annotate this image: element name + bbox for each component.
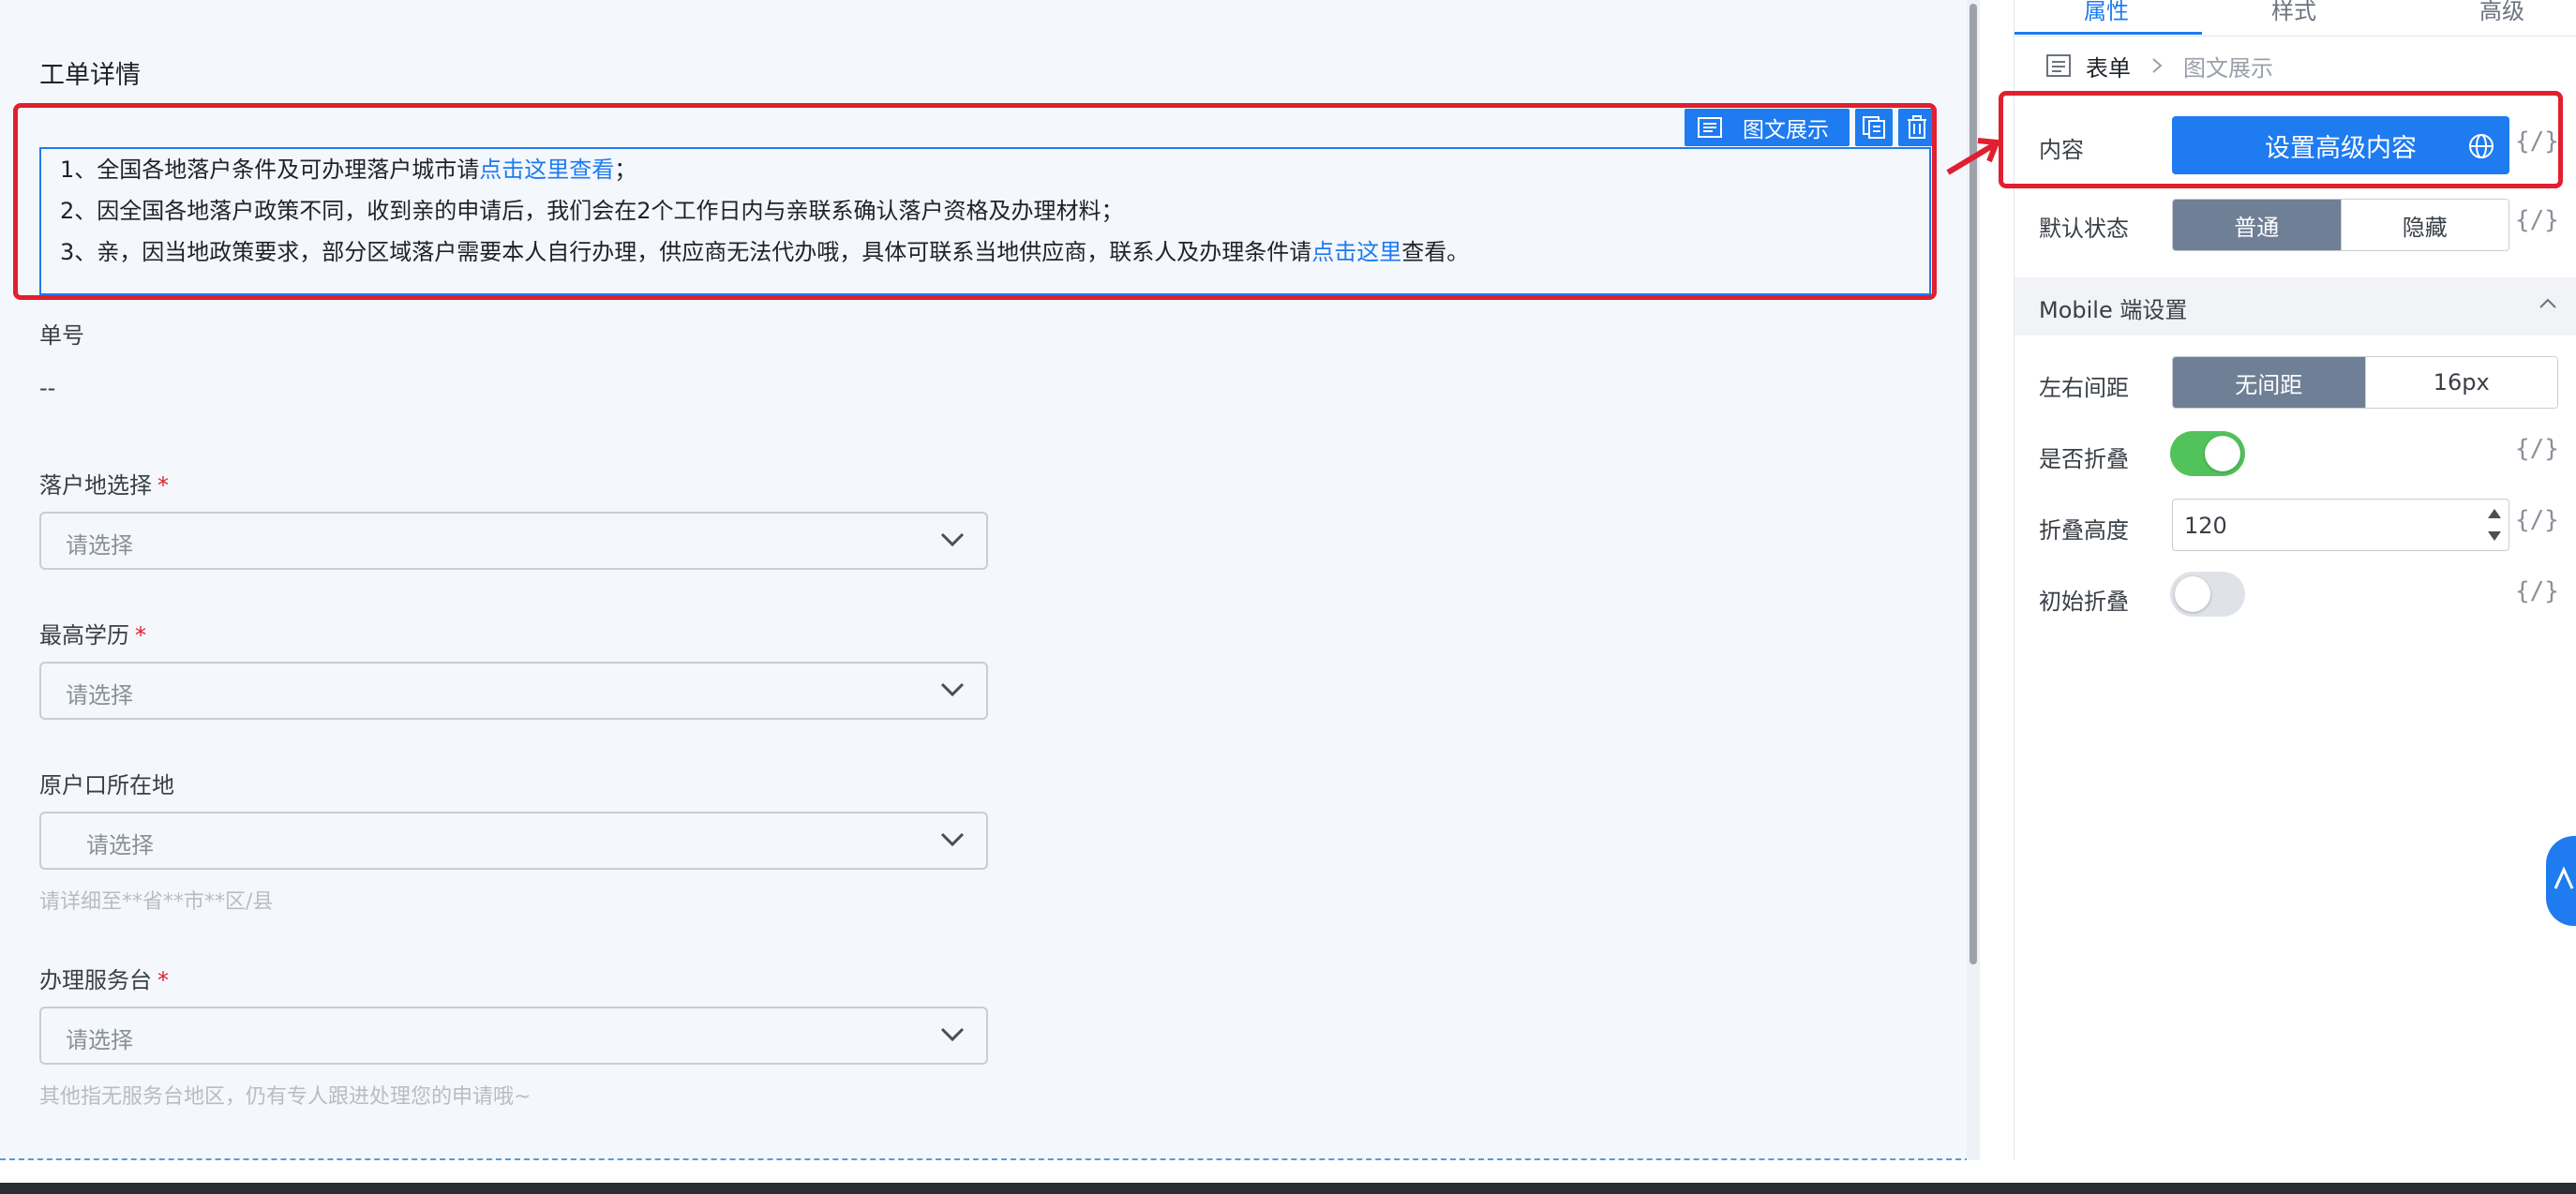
collapse-switch[interactable] <box>2170 431 2245 476</box>
select-placeholder: 请选择 <box>66 682 133 709</box>
switch-knob <box>2205 436 2240 471</box>
default-state-label: 默认状态 <box>2039 216 2129 242</box>
collapse-height-label: 折叠高度 <box>2039 517 2129 544</box>
block-type-tag[interactable]: 图文展示 <box>1685 109 1850 146</box>
chevron-down-icon <box>940 532 965 547</box>
education-select[interactable]: 请选择 <box>39 662 988 720</box>
original-hukou-select[interactable]: 请选择 <box>39 812 988 870</box>
padding-none[interactable]: 无间距 <box>2173 357 2365 408</box>
view-conditions-link[interactable]: 点击这里 <box>1311 239 1401 265</box>
education-label: 最高学历 * <box>39 617 146 649</box>
order-number-value: -- <box>39 375 56 401</box>
bottom-edge <box>0 1183 2576 1194</box>
field-label-text: 落户地选择 <box>39 472 152 499</box>
trash-icon <box>1908 115 1926 139</box>
original-hukou-label: 原户口所在地 <box>39 772 174 798</box>
settle-location-select[interactable]: 请选择 <box>39 512 988 570</box>
content-expression-button[interactable]: {/} <box>2515 127 2559 156</box>
padding-16px[interactable]: 16px <box>2364 357 2557 408</box>
form-icon <box>2046 54 2071 77</box>
order-number-label: 单号 <box>39 322 84 349</box>
collapse-height-input[interactable]: 120 <box>2172 499 2509 551</box>
select-placeholder: 请选择 <box>86 832 154 858</box>
block-toolbar: 图文展示 <box>1685 109 1936 146</box>
padding-label: 左右间距 <box>2039 375 2129 401</box>
copy-icon <box>1863 116 1885 139</box>
select-placeholder: 请选择 <box>66 532 133 559</box>
field-label-text: 最高学历 <box>39 622 129 649</box>
rich-text-block[interactable]: 1、全国各地落户条件及可办理落户城市请点击这里查看； 2、因全国各地落户政策不同… <box>39 147 1931 295</box>
padding-toggle: 无间距 16px <box>2172 356 2558 409</box>
initial-collapse-expression-button[interactable]: {/} <box>2515 577 2559 605</box>
floating-assistant-button[interactable] <box>2546 836 2576 926</box>
rich-text-segment: ； <box>614 157 637 183</box>
assistant-icon <box>2554 866 2574 889</box>
copy-block-button[interactable] <box>1855 109 1893 146</box>
breadcrumb-root[interactable]: 表单 <box>2086 50 2131 82</box>
initial-collapse-label: 初始折叠 <box>2039 589 2129 615</box>
tab-properties[interactable]: 属性 <box>2084 0 2129 25</box>
chevron-right-icon <box>2152 58 2163 73</box>
initial-collapse-switch[interactable] <box>2170 572 2245 617</box>
mobile-settings-title: Mobile 端设置 <box>2039 297 2188 323</box>
service-desk-label: 办理服务台 * <box>39 962 169 994</box>
required-mark: * <box>157 967 169 993</box>
breadcrumb-current: 图文展示 <box>2183 54 2273 82</box>
chevron-down-icon <box>940 832 965 847</box>
rich-text-segment: 查看。 <box>1401 239 1470 265</box>
field-label-text: 办理服务台 <box>39 967 152 993</box>
active-tab-indicator <box>2014 32 2202 35</box>
collapse-expression-button[interactable]: {/} <box>2515 435 2559 463</box>
chevron-up-icon <box>2539 298 2556 308</box>
form-canvas: 工单详情 图文展示 1、全国各地落户条件及可办理落户城市请点击这里查看； 2、因… <box>0 0 1980 1160</box>
chevron-down-icon <box>940 1027 965 1042</box>
rich-text-icon <box>1698 117 1722 138</box>
delete-block-button[interactable] <box>1898 109 1936 146</box>
annotation-arrow-icon <box>1946 138 2001 175</box>
chevron-down-icon <box>940 682 965 697</box>
default-state-expression-button[interactable]: {/} <box>2515 206 2559 234</box>
rich-text-segment: 3、亲，因当地政策要求，部分区域落户需要本人自行办理，供应商无法代办哦，具体可联… <box>60 239 1312 265</box>
collapse-height-value: 120 <box>2184 513 2227 539</box>
original-hukou-hint: 请详细至**省**市**区/县 <box>39 890 274 914</box>
required-mark: * <box>157 472 169 499</box>
block-type-label: 图文展示 <box>1743 118 1829 142</box>
settle-location-label: 落户地选择 * <box>39 467 169 500</box>
default-state-toggle: 普通 隐藏 <box>2172 199 2509 251</box>
collapse-label: 是否折叠 <box>2039 446 2129 472</box>
mobile-settings-header[interactable]: Mobile 端设置 <box>2014 277 2576 336</box>
tab-style[interactable]: 样式 <box>2271 0 2316 25</box>
rich-text-line-2: 2、因全国各地落户政策不同，收到亲的申请后，我们会在2个工作日内与亲联系确认落户… <box>60 198 1124 224</box>
number-stepper-icon[interactable] <box>2486 505 2503 545</box>
breadcrumb: 表单 图文展示 <box>2046 50 2273 82</box>
select-placeholder: 请选择 <box>66 1027 133 1053</box>
button-label: 设置高级内容 <box>2265 133 2417 163</box>
rich-text-line-3: 3、亲，因当地政策要求，部分区域落户需要本人自行办理，供应商无法代办哦，具体可联… <box>60 233 1469 266</box>
properties-panel: 属性 样式 高级 表单 图文展示 内容 设置高级内容 {/} 默认状态 普通 隐… <box>2014 0 2576 1194</box>
globe-icon <box>2469 134 2494 158</box>
panel-tabs: 属性 样式 高级 <box>2014 0 2576 37</box>
service-desk-select[interactable]: 请选择 <box>39 1007 988 1065</box>
view-cities-link[interactable]: 点击这里查看 <box>479 157 614 183</box>
form-title: 工单详情 <box>39 61 141 90</box>
switch-knob <box>2175 576 2210 612</box>
default-state-normal[interactable]: 普通 <box>2173 200 2341 250</box>
tab-advanced[interactable]: 高级 <box>2479 0 2524 25</box>
collapse-height-expression-button[interactable]: {/} <box>2515 506 2559 534</box>
rich-text-segment: 1、全国各地落户条件及可办理落户城市请 <box>60 157 480 183</box>
default-state-hidden[interactable]: 隐藏 <box>2340 200 2509 250</box>
set-advanced-content-button[interactable]: 设置高级内容 <box>2172 116 2509 174</box>
content-label: 内容 <box>2039 137 2084 163</box>
service-desk-hint: 其他指无服务台地区，仍有专人跟进处理您的申请哦~ <box>39 1085 532 1109</box>
rich-text-line-1: 1、全国各地落户条件及可办理落户城市请点击这里查看； <box>60 151 637 184</box>
required-mark: * <box>135 622 146 649</box>
